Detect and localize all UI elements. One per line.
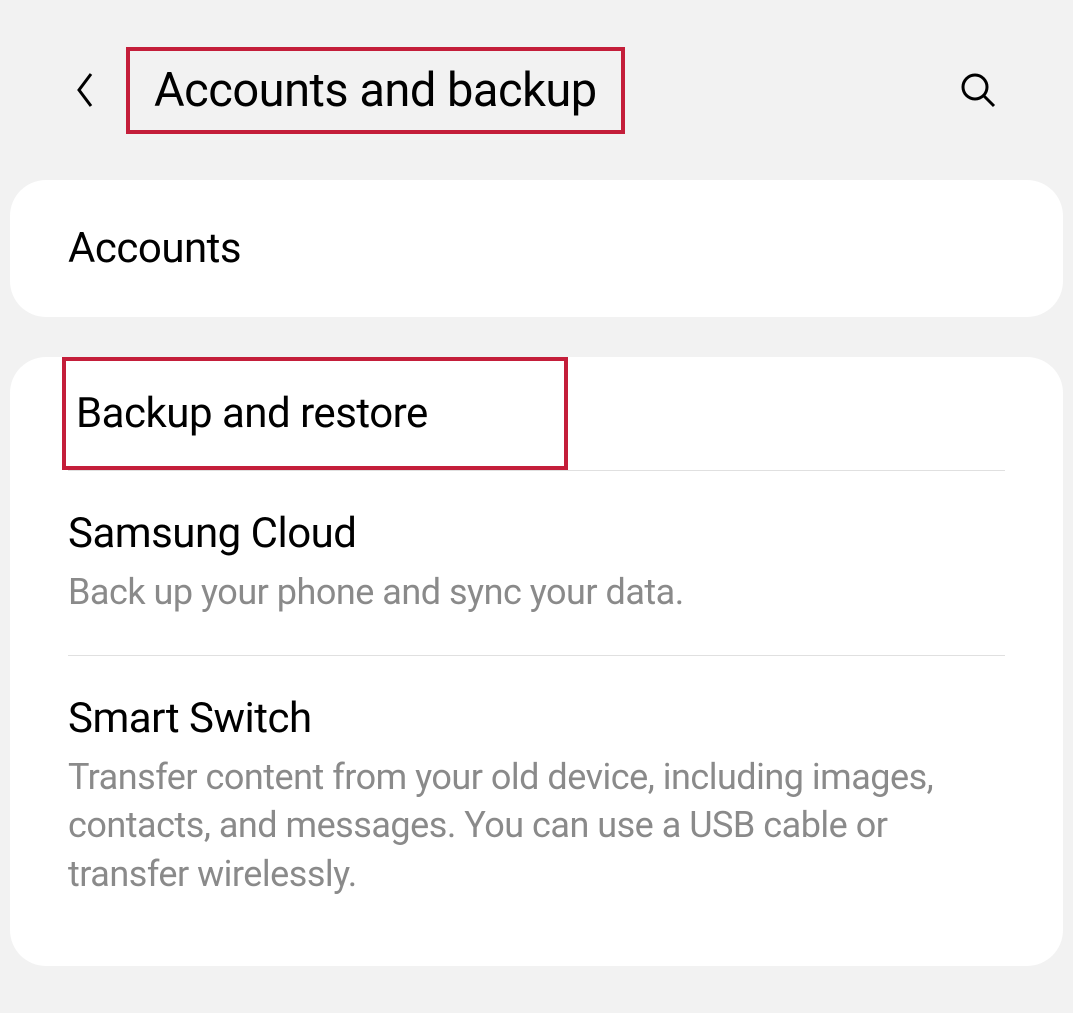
page-title: Accounts and backup	[154, 63, 597, 118]
back-button[interactable]	[60, 65, 110, 115]
samsung-cloud-item[interactable]: Samsung Cloud Back up your phone and syn…	[10, 471, 1063, 655]
title-highlight-box: Accounts and backup	[126, 47, 625, 134]
smart-switch-item[interactable]: Smart Switch Transfer content from your …	[10, 656, 1063, 937]
backup-restore-highlight-box: Backup and restore	[62, 357, 568, 470]
samsung-cloud-title: Samsung Cloud	[68, 509, 1005, 558]
samsung-cloud-subtitle: Back up your phone and sync your data.	[68, 568, 1005, 617]
accounts-card: Accounts	[10, 180, 1063, 317]
search-icon	[959, 71, 997, 109]
header-bar: Accounts and backup	[0, 0, 1073, 180]
backup-restore-item[interactable]: Backup and restore	[76, 389, 554, 438]
smart-switch-subtitle: Transfer content from your old device, i…	[68, 753, 1005, 899]
accounts-label: Accounts	[68, 224, 1005, 273]
accounts-item[interactable]: Accounts	[10, 180, 1063, 317]
smart-switch-title: Smart Switch	[68, 694, 1005, 743]
search-button[interactable]	[953, 65, 1003, 115]
chevron-left-icon	[73, 70, 97, 110]
backup-card: Backup and restore Samsung Cloud Back up…	[10, 357, 1063, 966]
